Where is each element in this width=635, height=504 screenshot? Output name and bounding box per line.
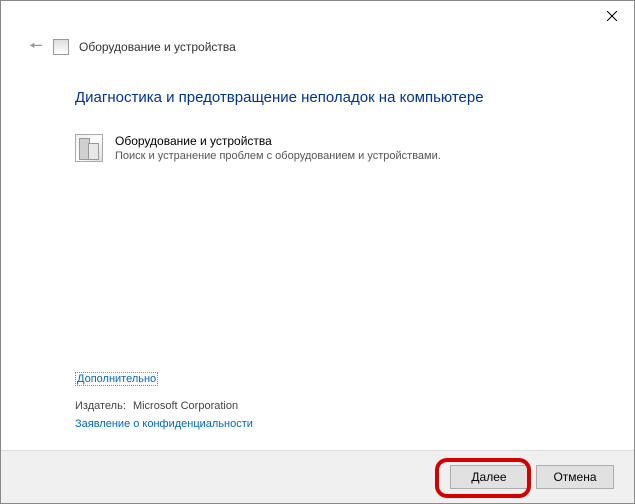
troubleshooter-window: 🠔 Оборудование и устройства Диагностика …	[0, 0, 635, 504]
publisher-value: Microsoft Corporation	[133, 400, 238, 412]
item-title: Оборудование и устройства	[115, 134, 441, 148]
header-title: Оборудование и устройства	[79, 40, 236, 54]
content-area: Диагностика и предотвращение неполадок н…	[1, 61, 634, 450]
footer: Далее Отмена	[1, 450, 634, 503]
troubleshooter-item: Оборудование и устройства Поиск и устран…	[75, 134, 590, 162]
close-icon	[607, 11, 617, 21]
next-button[interactable]: Далее	[450, 465, 528, 489]
app-icon	[53, 39, 69, 55]
cancel-button[interactable]: Отмена	[536, 465, 614, 489]
item-description: Поиск и устранение проблем с оборудовани…	[115, 150, 441, 162]
main-heading: Диагностика и предотвращение неполадок н…	[75, 89, 590, 106]
titlebar	[1, 1, 634, 33]
publisher-row: Издатель: Microsoft Corporation	[75, 400, 590, 412]
header-row: 🠔 Оборудование и устройства	[1, 33, 634, 61]
hardware-icon	[75, 134, 103, 162]
advanced-link[interactable]: Дополнительно	[75, 372, 158, 386]
item-text: Оборудование и устройства Поиск и устран…	[115, 134, 441, 162]
privacy-link[interactable]: Заявление о конфиденциальности	[75, 418, 590, 430]
back-arrow-icon[interactable]: 🠔	[29, 39, 43, 55]
publisher-label: Издатель:	[75, 400, 126, 412]
close-button[interactable]	[589, 1, 634, 31]
